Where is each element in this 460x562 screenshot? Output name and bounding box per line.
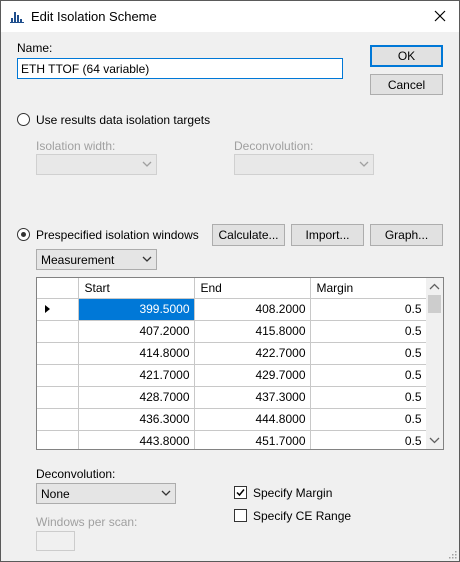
close-icon <box>434 10 446 22</box>
column-header-margin[interactable]: Margin <box>310 278 427 299</box>
specify-ce-range-checkbox[interactable] <box>234 509 247 522</box>
name-label: Name: <box>17 41 53 55</box>
table-row[interactable]: 407.2000 415.8000 0.5 <box>37 320 427 343</box>
grid-vertical-scrollbar[interactable] <box>426 278 443 449</box>
close-button[interactable] <box>423 1 457 31</box>
deconvolution-top-label: Deconvolution: <box>234 139 314 153</box>
grid-cell-margin[interactable]: 0.5 <box>310 386 427 409</box>
chevron-down-icon <box>161 490 171 496</box>
grid-cell-start[interactable]: 436.3000 <box>78 408 195 431</box>
grid-cell-end[interactable]: 422.7000 <box>194 342 311 365</box>
grid-cell-end[interactable]: 444.8000 <box>194 408 311 431</box>
specify-ce-range-label: Specify CE Range <box>253 509 352 523</box>
grid-cell-start[interactable]: 428.7000 <box>78 386 195 409</box>
results-targets-label: Use results data isolation targets <box>36 113 211 127</box>
specify-margin-label: Specify Margin <box>253 486 333 500</box>
windows-per-scan-label: Windows per scan: <box>36 515 138 529</box>
deconvolution-top-select[interactable] <box>234 154 374 175</box>
grid-cell-margin[interactable]: 0.5 <box>310 342 427 365</box>
calculate-button[interactable]: Calculate... <box>212 224 285 246</box>
ok-button[interactable]: OK <box>370 45 443 67</box>
grid-header-row: Start End Margin <box>37 278 427 299</box>
cancel-button[interactable]: Cancel <box>370 74 443 95</box>
grid-corner-cell <box>37 278 79 299</box>
specify-margin-checkbox[interactable] <box>234 486 247 499</box>
table-row[interactable]: 436.3000 444.8000 0.5 <box>37 408 427 431</box>
scroll-thumb[interactable] <box>428 295 441 313</box>
grid-cell-start[interactable]: 399.5000 <box>78 298 195 321</box>
table-row[interactable]: 443.8000 451.7000 0.5 <box>37 430 427 449</box>
results-targets-radio[interactable] <box>17 113 30 126</box>
chevron-down-icon <box>142 256 152 262</box>
windows-type-value: Measurement <box>41 253 115 267</box>
checkmark-icon <box>236 489 245 497</box>
row-header[interactable] <box>37 386 79 409</box>
grid-cell-end[interactable]: 437.3000 <box>194 386 311 409</box>
grid-cell-end[interactable]: 408.2000 <box>194 298 311 321</box>
row-header[interactable] <box>37 298 79 321</box>
row-header[interactable] <box>37 320 79 343</box>
windows-per-scan-input[interactable] <box>36 531 75 551</box>
grid-cell-start[interactable]: 414.8000 <box>78 342 195 365</box>
name-input[interactable]: ETH TTOF (64 variable) <box>17 58 343 79</box>
table-row[interactable]: 399.5000 408.2000 0.5 <box>37 298 427 321</box>
grid-cell-margin[interactable]: 0.5 <box>310 364 427 387</box>
deconvolution-select[interactable]: None <box>36 483 176 504</box>
column-header-end[interactable]: End <box>194 278 311 299</box>
table-row[interactable]: 428.7000 437.3000 0.5 <box>37 386 427 409</box>
grid-cell-end[interactable]: 415.8000 <box>194 320 311 343</box>
app-icon <box>10 12 24 23</box>
row-header[interactable] <box>37 408 79 431</box>
scroll-up-icon[interactable] <box>426 280 443 294</box>
row-header[interactable] <box>37 364 79 387</box>
isolation-windows-grid[interactable]: Start End Margin 399.5000 408.2000 0.5 4… <box>36 277 444 450</box>
grid-cell-margin[interactable]: 0.5 <box>310 320 427 343</box>
import-button[interactable]: Import... <box>291 224 364 246</box>
chevron-down-icon <box>359 161 369 167</box>
grid-cell-start[interactable]: 407.2000 <box>78 320 195 343</box>
grid-cell-margin[interactable]: 0.5 <box>310 298 427 321</box>
scroll-down-icon[interactable] <box>426 433 443 447</box>
deconvolution-label: Deconvolution: <box>36 467 116 481</box>
chevron-down-icon <box>142 161 152 167</box>
grid-cell-start[interactable]: 443.8000 <box>78 430 195 449</box>
grid-cell-start[interactable]: 421.7000 <box>78 364 195 387</box>
isolation-width-select[interactable] <box>36 154 157 175</box>
edit-isolation-scheme-dialog: Edit Isolation Scheme Name: ETH TTOF (64… <box>0 0 460 562</box>
row-header[interactable] <box>37 342 79 365</box>
table-row[interactable]: 421.7000 429.7000 0.5 <box>37 364 427 387</box>
grid-cell-end[interactable]: 429.7000 <box>194 364 311 387</box>
table-row[interactable]: 414.8000 422.7000 0.5 <box>37 342 427 365</box>
row-header[interactable] <box>37 430 79 449</box>
title-bar: Edit Isolation Scheme <box>1 1 459 32</box>
grid-cell-margin[interactable]: 0.5 <box>310 408 427 431</box>
windows-type-select[interactable]: Measurement <box>36 249 157 270</box>
graph-button[interactable]: Graph... <box>370 224 443 246</box>
window-title: Edit Isolation Scheme <box>31 9 157 24</box>
column-header-start[interactable]: Start <box>78 278 195 299</box>
resize-grip-icon[interactable] <box>447 549 457 559</box>
deconvolution-value: None <box>41 487 70 501</box>
grid-cell-margin[interactable]: 0.5 <box>310 430 427 449</box>
current-row-arrow-icon <box>45 305 50 313</box>
prespecified-windows-label: Prespecified isolation windows <box>36 228 199 242</box>
isolation-width-label: Isolation width: <box>36 139 116 153</box>
prespecified-windows-radio[interactable] <box>17 228 30 241</box>
grid-cell-end[interactable]: 451.7000 <box>194 430 311 449</box>
